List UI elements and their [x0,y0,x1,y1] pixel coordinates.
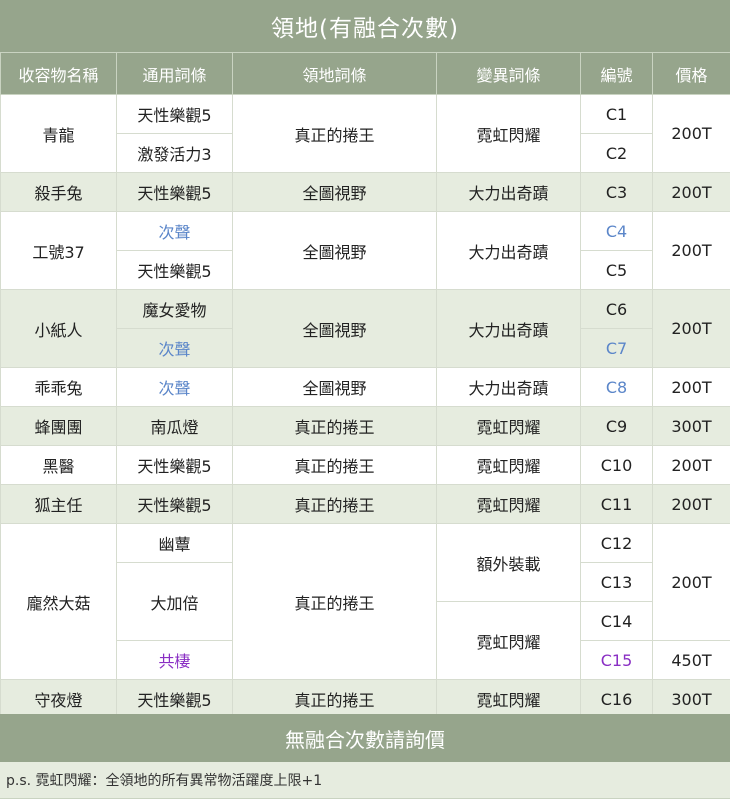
item-code: C5 [580,250,653,290]
mutation-entry: 大力出奇蹟 [436,289,581,368]
common-entry: 幽蕈 [116,523,233,563]
item-name: 黑醫 [0,445,117,485]
page-title: 領地(有融合次數) [0,0,730,52]
common-entry: 南瓜燈 [116,406,233,446]
common-entry: 次聲 [116,211,233,251]
common-entry: 次聲 [116,328,233,368]
item-price: 200T [652,211,730,290]
item-price: 200T [652,484,730,524]
header-common: 通用詞條 [116,52,233,95]
item-code: C13 [580,562,653,602]
item-code: C11 [580,484,653,524]
price-table: 收容物名稱 通用詞條 領地詞條 變異詞條 編號 價格 青龍 天性樂觀5 真正的捲… [0,52,730,719]
table-row: 青龍 天性樂觀5 真正的捲王 霓虹閃耀 C1 200T [0,94,730,173]
territory-entry: 真正的捲王 [232,523,437,680]
common-entry: 共棲 [116,640,233,680]
item-name: 狐主任 [0,484,117,524]
table-row: 蜂團團 南瓜燈 真正的捲王 霓虹閃耀 C9 300T [0,406,730,446]
mutation-entry: 霓虹閃耀 [436,445,581,485]
table-row: 守夜燈 天性樂觀5 真正的捲王 霓虹閃耀 C16 300T [0,679,730,719]
item-code: C6 [580,289,653,329]
item-name: 蜂團團 [0,406,117,446]
table-row: 殺手兔 天性樂觀5 全圖視野 大力出奇蹟 C3 200T [0,172,730,212]
table-row: 小紙人 魔女愛物 全圖視野 大力出奇蹟 C6 200T [0,289,730,368]
common-entry: 激發活力3 [116,133,233,173]
header-price: 價格 [652,52,730,95]
table-row: 狐主任 天性樂觀5 真正的捲王 霓虹閃耀 C11 200T [0,484,730,524]
item-code: C1 [580,94,653,134]
footnote: p.s. 霓虹閃耀：全領地的所有異常物活躍度上限+1 [0,762,730,799]
item-name: 青龍 [0,94,117,173]
common-entry: 天性樂觀5 [116,679,233,719]
item-code: C3 [580,172,653,212]
common-entry: 天性樂觀5 [116,250,233,290]
mutation-entry: 霓虹閃耀 [436,601,581,680]
item-code: C2 [580,133,653,173]
footer-banner: 無融合次數請詢價 [0,714,730,762]
item-price: 300T [652,406,730,446]
item-code: C14 [580,601,653,641]
common-entry: 大加倍 [116,562,233,641]
item-code: C15 [580,640,653,680]
common-entry: 天性樂觀5 [116,484,233,524]
item-code: C7 [580,328,653,368]
common-entry: 天性樂觀5 [116,172,233,212]
item-price: 200T [652,367,730,407]
item-price: 200T [652,172,730,212]
item-price: 450T [652,640,730,680]
territory-entry: 全圖視野 [232,367,437,407]
table-row: 黑醫 天性樂觀5 真正的捲王 霓虹閃耀 C10 200T [0,445,730,485]
mutation-entry: 霓虹閃耀 [436,406,581,446]
territory-entry: 真正的捲王 [232,445,437,485]
header-territory: 領地詞條 [232,52,437,95]
item-code: C16 [580,679,653,719]
item-code: C9 [580,406,653,446]
table-row: 工號37 次聲 全圖視野 大力出奇蹟 C4 200T [0,211,730,290]
territory-entry: 真正的捲王 [232,406,437,446]
territory-entry: 全圖視野 [232,172,437,212]
header-row: 收容物名稱 通用詞條 領地詞條 變異詞條 編號 價格 [0,52,730,95]
item-price: 200T [652,94,730,173]
territory-entry: 真正的捲王 [232,679,437,719]
item-name: 龐然大菇 [0,523,117,680]
item-code: C8 [580,367,653,407]
header-code: 編號 [580,52,653,95]
common-entry: 魔女愛物 [116,289,233,329]
mutation-entry: 霓虹閃耀 [436,94,581,173]
item-price: 200T [652,523,730,641]
item-price: 200T [652,289,730,368]
table-row: 龐然大菇 幽蕈 真正的捲王 額外裝載 C12 200T [0,523,730,680]
common-entry: 天性樂觀5 [116,94,233,134]
territory-entry: 全圖視野 [232,289,437,368]
item-name: 工號37 [0,211,117,290]
mutation-entry: 霓虹閃耀 [436,679,581,719]
item-name: 殺手兔 [0,172,117,212]
common-entry: 次聲 [116,367,233,407]
item-code: C12 [580,523,653,563]
item-price: 200T [652,445,730,485]
mutation-entry: 大力出奇蹟 [436,211,581,290]
header-mutation: 變異詞條 [436,52,581,95]
item-name: 小紙人 [0,289,117,368]
item-code: C4 [580,211,653,251]
territory-entry: 真正的捲王 [232,484,437,524]
mutation-entry: 額外裝載 [436,523,581,602]
mutation-entry: 大力出奇蹟 [436,367,581,407]
item-name: 守夜燈 [0,679,117,719]
mutation-entry: 大力出奇蹟 [436,172,581,212]
table-row: 乖乖兔 次聲 全圖視野 大力出奇蹟 C8 200T [0,367,730,407]
item-name: 乖乖兔 [0,367,117,407]
territory-entry: 真正的捲王 [232,94,437,173]
common-entry: 天性樂觀5 [116,445,233,485]
territory-entry: 全圖視野 [232,211,437,290]
item-price: 300T [652,679,730,719]
mutation-entry: 霓虹閃耀 [436,484,581,524]
header-name: 收容物名稱 [0,52,117,95]
item-code: C10 [580,445,653,485]
